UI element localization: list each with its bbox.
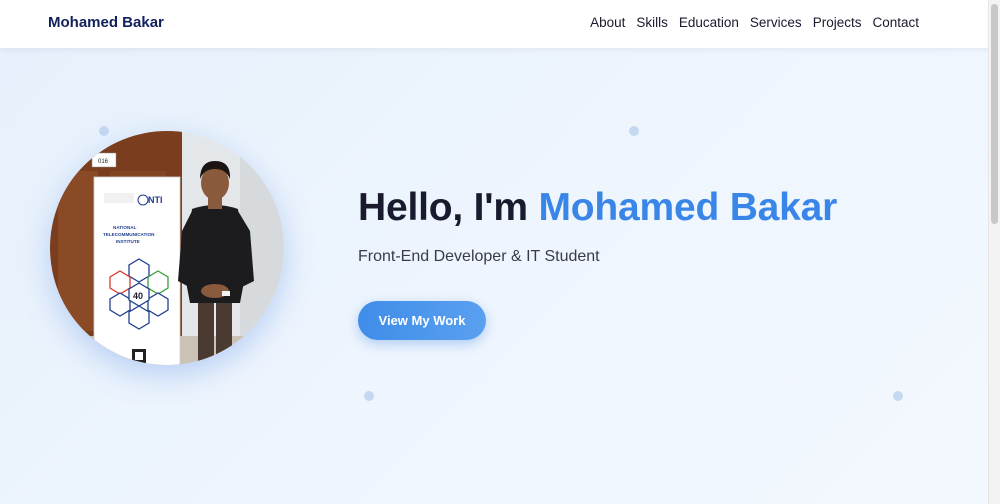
banner-line-3: INSTITUTE (116, 239, 140, 244)
banner-line-1: NATIONAL (113, 225, 137, 230)
hero-title: Hello, I'm Mohamed Bakar (358, 186, 837, 230)
decor-dot (893, 391, 903, 401)
anniversary-text: 40 (133, 291, 143, 301)
navbar: Mohamed Bakar About Skills Education Ser… (0, 0, 1000, 48)
nav-link-services[interactable]: Services (750, 15, 802, 30)
decor-dot (99, 126, 109, 136)
decor-dot (364, 391, 374, 401)
view-my-work-button[interactable]: View My Work (358, 301, 486, 340)
scrollbar[interactable] (988, 0, 1000, 504)
nav-links: About Skills Education Services Projects… (590, 15, 919, 30)
hero-greeting: Hello, I'm (358, 186, 539, 229)
hero-subtitle: Front-End Developer & IT Student (358, 248, 600, 265)
nav-link-projects[interactable]: Projects (813, 15, 862, 30)
nav-link-education[interactable]: Education (679, 15, 739, 30)
hero-name: Mohamed Bakar (538, 186, 838, 229)
nav-link-about[interactable]: About (590, 15, 625, 30)
room-number-text: 016 (98, 159, 109, 165)
scrollbar-thumb[interactable] (991, 4, 998, 224)
banner-line-2: TELECOMMUNICATION (103, 232, 155, 237)
nav-link-skills[interactable]: Skills (636, 15, 668, 30)
decor-dot (629, 126, 639, 136)
profile-photo: 016 NTI NATIONAL TELECOMMUNICATION INSTI… (50, 131, 284, 365)
banner-logo-text: NTI (148, 195, 163, 205)
profile-photo-illustration: 016 NTI NATIONAL TELECOMMUNICATION INSTI… (50, 131, 284, 365)
brand-logo[interactable]: Mohamed Bakar (48, 14, 164, 31)
nav-link-contact[interactable]: Contact (872, 15, 919, 30)
